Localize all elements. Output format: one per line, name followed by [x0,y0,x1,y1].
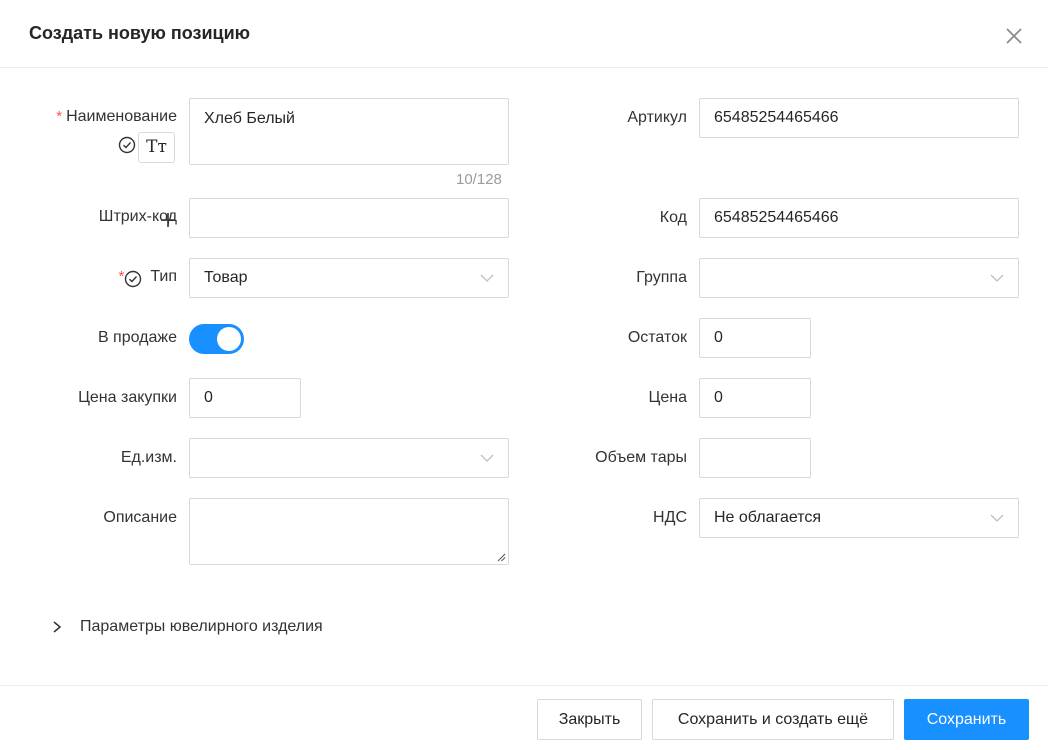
name-char-counter: 10/128 [456,171,502,188]
description-label: Описание [103,509,177,526]
vat-label: НДС [653,509,687,526]
text-format-button[interactable]: Tт [138,132,175,163]
volume-input[interactable] [699,438,811,478]
unit-label-row: Ед.изм. [121,449,177,467]
name-label: Наименование [66,108,177,125]
dialog-header: Создать новую позицию [0,0,1048,68]
chevron-right-icon [53,621,62,633]
code-input[interactable]: 65485254465466 [699,198,1019,238]
toggle-knob [217,327,241,351]
unit-select[interactable] [189,438,509,478]
required-marker: * [56,108,63,125]
purchase-price-input[interactable]: 0 [189,378,301,418]
barcode-input[interactable] [189,198,509,238]
chevron-down-icon [990,274,1004,282]
check-circle-icon[interactable] [118,136,136,154]
chevron-down-icon [480,274,494,282]
plus-icon[interactable] [160,212,176,228]
save-and-new-button[interactable]: Сохранить и создать ещё [652,699,894,740]
dialog-title: Создать новую позицию [29,23,251,43]
save-button[interactable]: Сохранить [904,699,1029,740]
stock-label: Остаток [627,329,687,346]
chevron-down-icon [480,454,494,462]
purchase-price-label: Цена закупки [78,389,177,406]
resize-handle-icon[interactable] [497,553,506,562]
close-icon[interactable] [1001,23,1027,49]
type-label: Тип [150,268,177,285]
type-select-value: Товар [204,269,248,286]
check-circle-icon[interactable] [124,270,142,288]
price-input[interactable]: 0 [699,378,811,418]
on-sale-toggle[interactable] [189,324,244,354]
purchase-price-label-row: Цена закупки [78,389,177,407]
description-textarea[interactable] [189,498,509,565]
name-textarea[interactable]: Хлеб Белый [189,98,509,165]
group-label: Группа [636,269,687,286]
price-label: Цена [648,389,687,406]
group-select[interactable] [699,258,1019,298]
description-label-row: Описание [103,509,177,527]
vat-select[interactable]: Не облагается [699,498,1019,538]
close-button[interactable]: Закрыть [537,699,642,740]
vat-select-value: Не облагается [714,509,822,526]
jewelry-params-label: Параметры ювелирного изделия [80,618,323,635]
chevron-down-icon [990,514,1004,522]
article-label: Артикул [627,109,687,126]
on-sale-label: В продаже [97,329,177,346]
name-label-row: * Наименование [56,108,177,126]
stock-input[interactable]: 0 [699,318,811,358]
article-input[interactable]: 65485254465466 [699,98,1019,138]
on-sale-label-row: В продаже [98,329,177,347]
volume-label: Объем тары [595,449,687,466]
type-select[interactable]: Товар [189,258,509,298]
jewelry-params-toggle[interactable]: Параметры ювелирного изделия [50,618,323,636]
unit-label: Ед.изм. [120,449,177,466]
code-label: Код [659,209,687,226]
